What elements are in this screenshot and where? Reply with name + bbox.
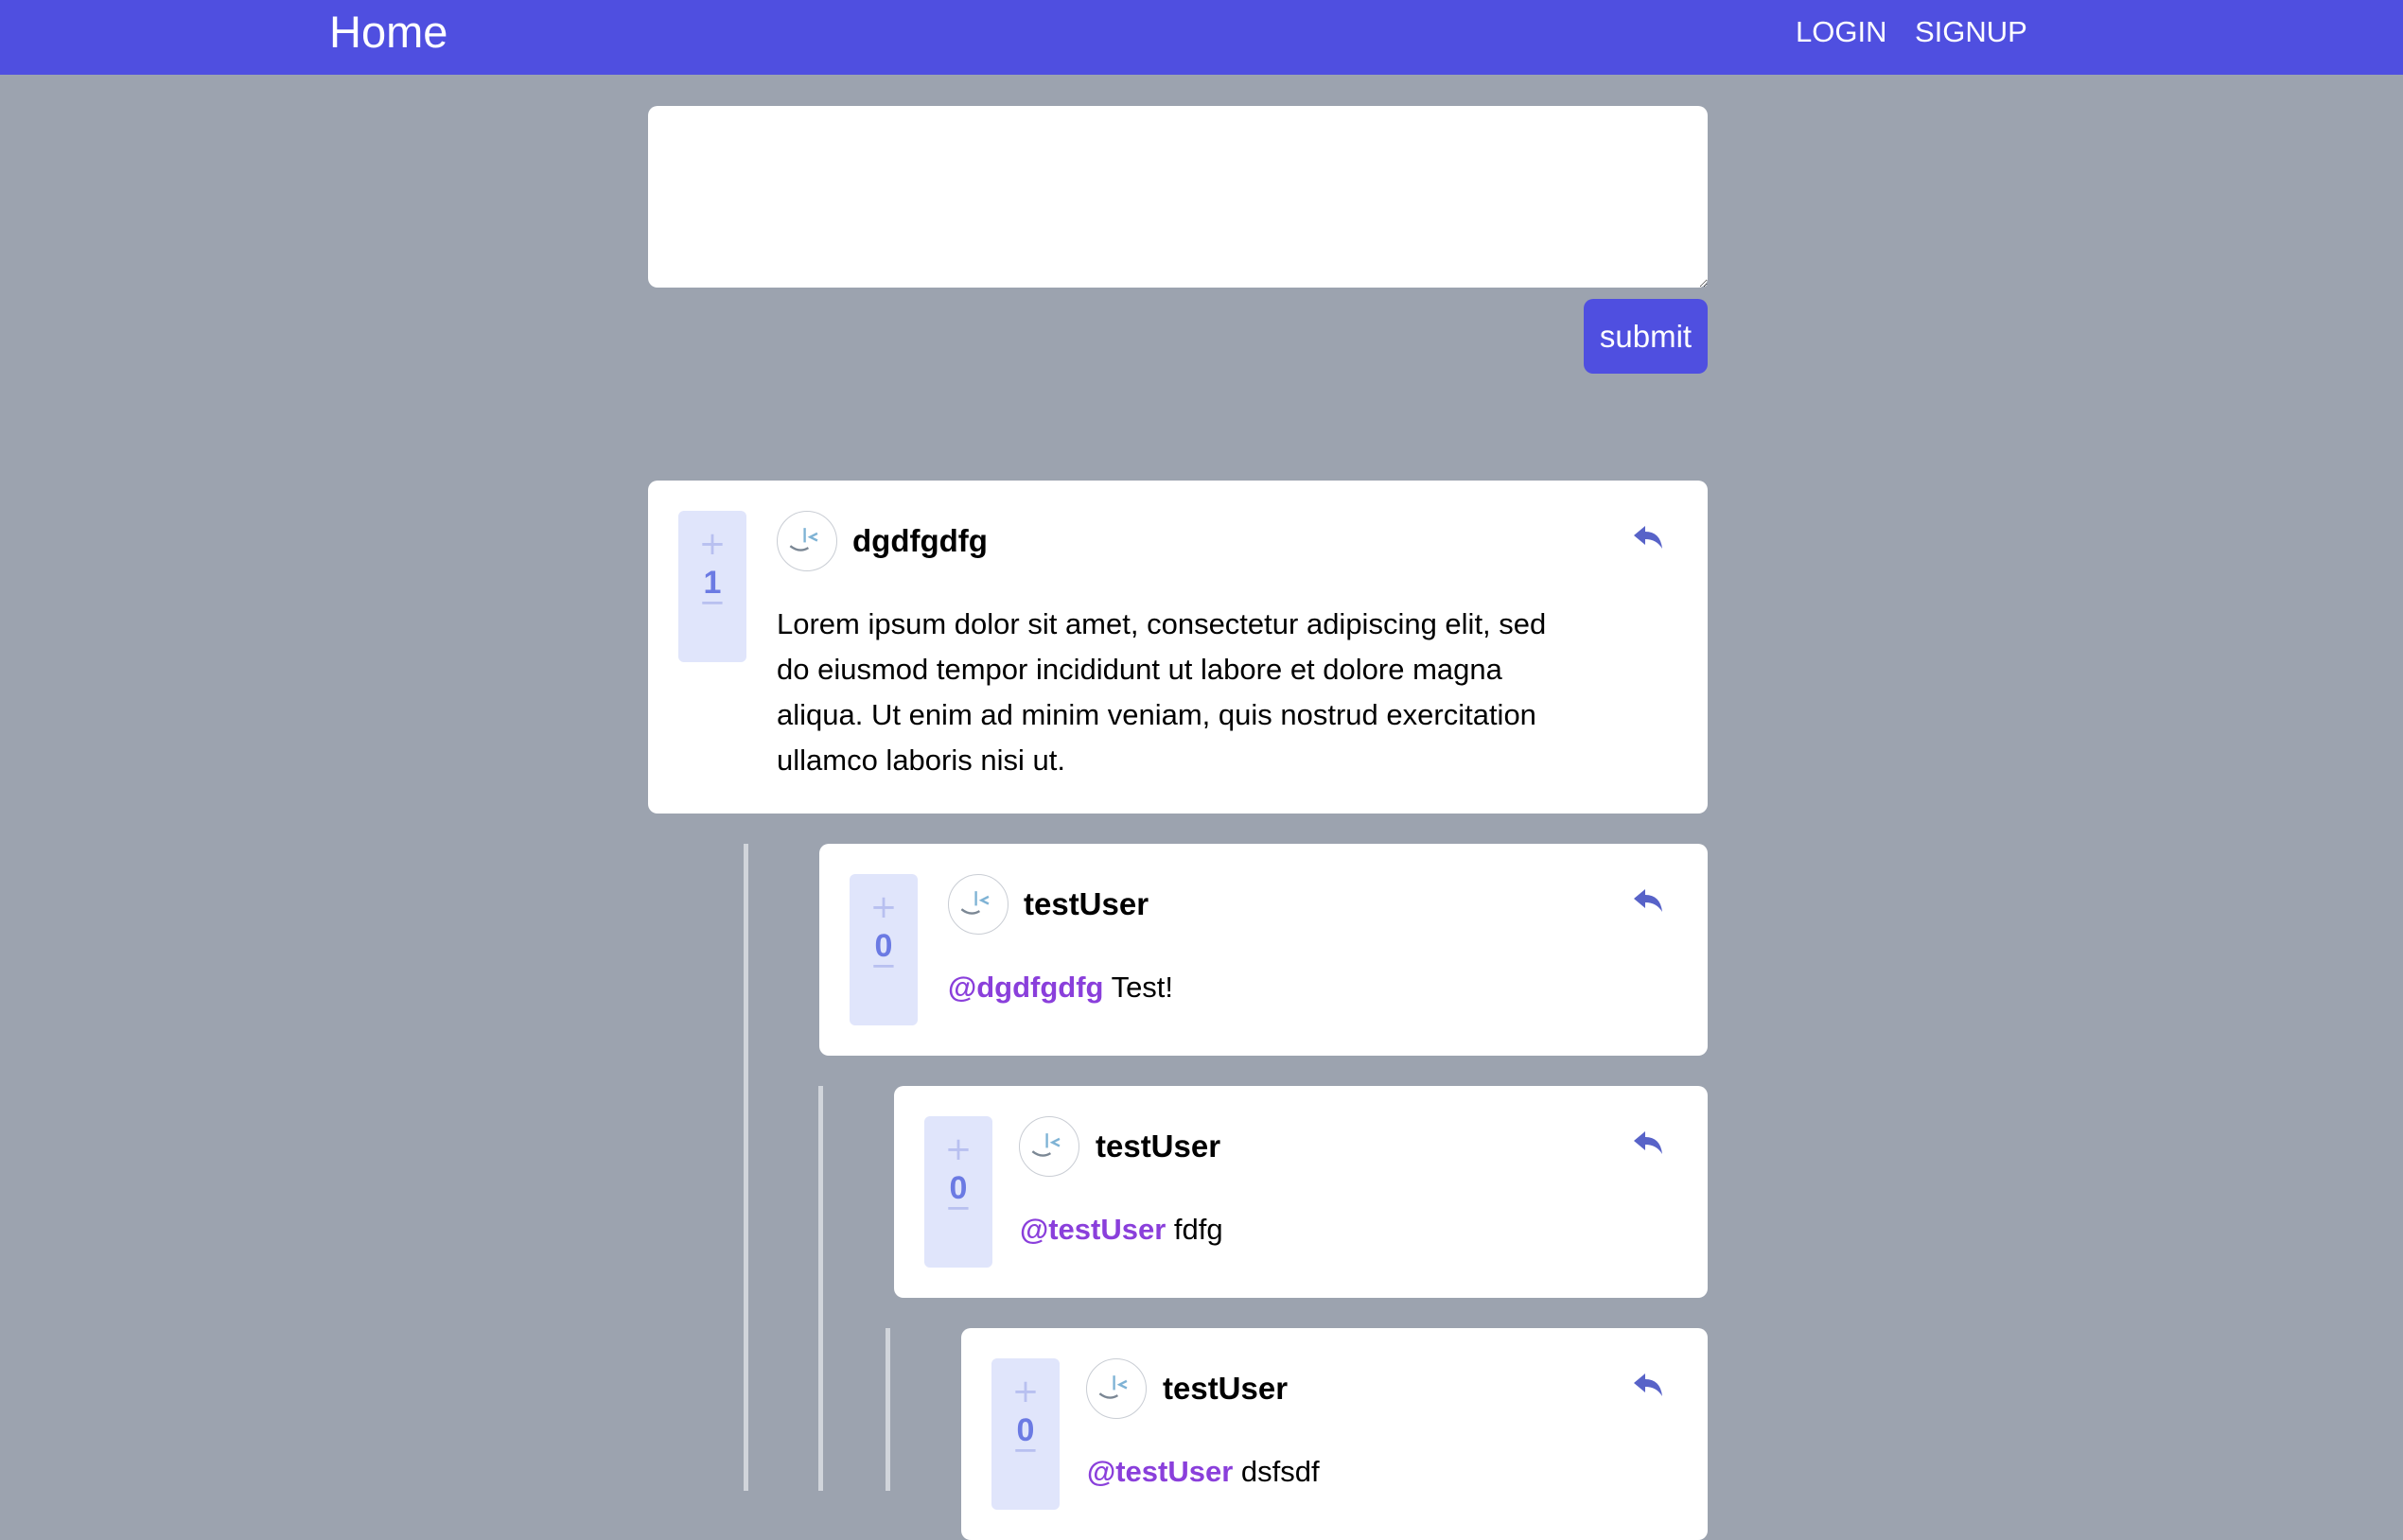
navbar: Home LOGIN SIGNUP	[0, 0, 2403, 75]
comment-textarea[interactable]	[648, 106, 1708, 288]
comment-card: + 0 − testUser @dgdfgdfg Test!	[819, 844, 1708, 1056]
reply-icon[interactable]	[1632, 1128, 1670, 1162]
plus-icon[interactable]: +	[991, 1375, 1060, 1408]
avatar-icon	[1086, 1358, 1147, 1419]
mention-link[interactable]: @testUser	[1020, 1213, 1166, 1246]
comment-username[interactable]: testUser	[1163, 1370, 1288, 1408]
comment-body: @testUser fdfg	[1020, 1207, 1223, 1252]
minus-icon[interactable]: −	[924, 1192, 992, 1224]
reply-icon[interactable]	[1632, 1370, 1670, 1404]
vote-box: + 0 −	[850, 874, 918, 1025]
minus-icon[interactable]: −	[678, 586, 746, 619]
home-link[interactable]: Home	[329, 6, 447, 59]
signup-link[interactable]: SIGNUP	[1915, 15, 2027, 49]
comment-body: Lorem ipsum dolor sit amet, consectetur …	[777, 607, 1547, 777]
plus-icon[interactable]: +	[924, 1133, 992, 1165]
thread-line	[818, 1086, 823, 1491]
vote-box: + 0 −	[924, 1116, 992, 1268]
avatar-icon	[948, 874, 1009, 935]
reply-icon[interactable]	[1632, 522, 1670, 556]
submit-button[interactable]: submit	[1584, 299, 1708, 374]
comment-text: dsfsdf	[1240, 1455, 1320, 1488]
vote-box: + 0 −	[991, 1358, 1060, 1510]
login-link[interactable]: LOGIN	[1796, 15, 1886, 49]
minus-icon[interactable]: −	[991, 1434, 1060, 1466]
comment-username[interactable]: dgdfgdfg	[852, 522, 988, 560]
comment-text: fdfg	[1173, 1213, 1223, 1246]
comment-card: + 1 − dgdfgdfg Lorem ipsum dolor sit ame…	[648, 481, 1708, 814]
avatar-icon	[1019, 1116, 1079, 1177]
avatar-icon	[777, 511, 837, 571]
comment-body: @testUser dsfsdf	[1087, 1449, 1320, 1495]
mention-link[interactable]: @dgdfgdfg	[948, 971, 1104, 1004]
reply-icon[interactable]	[1632, 885, 1670, 919]
plus-icon[interactable]: +	[850, 891, 918, 923]
vote-box: + 1 −	[678, 511, 746, 662]
comment-text: Test!	[1111, 971, 1174, 1004]
plus-icon[interactable]: +	[678, 528, 746, 560]
comment-card: + 0 − testUser @testUser fdfg	[894, 1086, 1708, 1298]
thread-line	[886, 1328, 890, 1491]
comment-username[interactable]: testUser	[1024, 885, 1149, 923]
mention-link[interactable]: @testUser	[1087, 1455, 1233, 1488]
comment-username[interactable]: testUser	[1096, 1128, 1220, 1165]
comment-body: @dgdfgdfg Test!	[948, 965, 1173, 1010]
comment-card: + 0 − testUser @testUser dsfsdf	[961, 1328, 1708, 1540]
thread-line	[744, 844, 748, 1491]
minus-icon[interactable]: −	[850, 950, 918, 982]
